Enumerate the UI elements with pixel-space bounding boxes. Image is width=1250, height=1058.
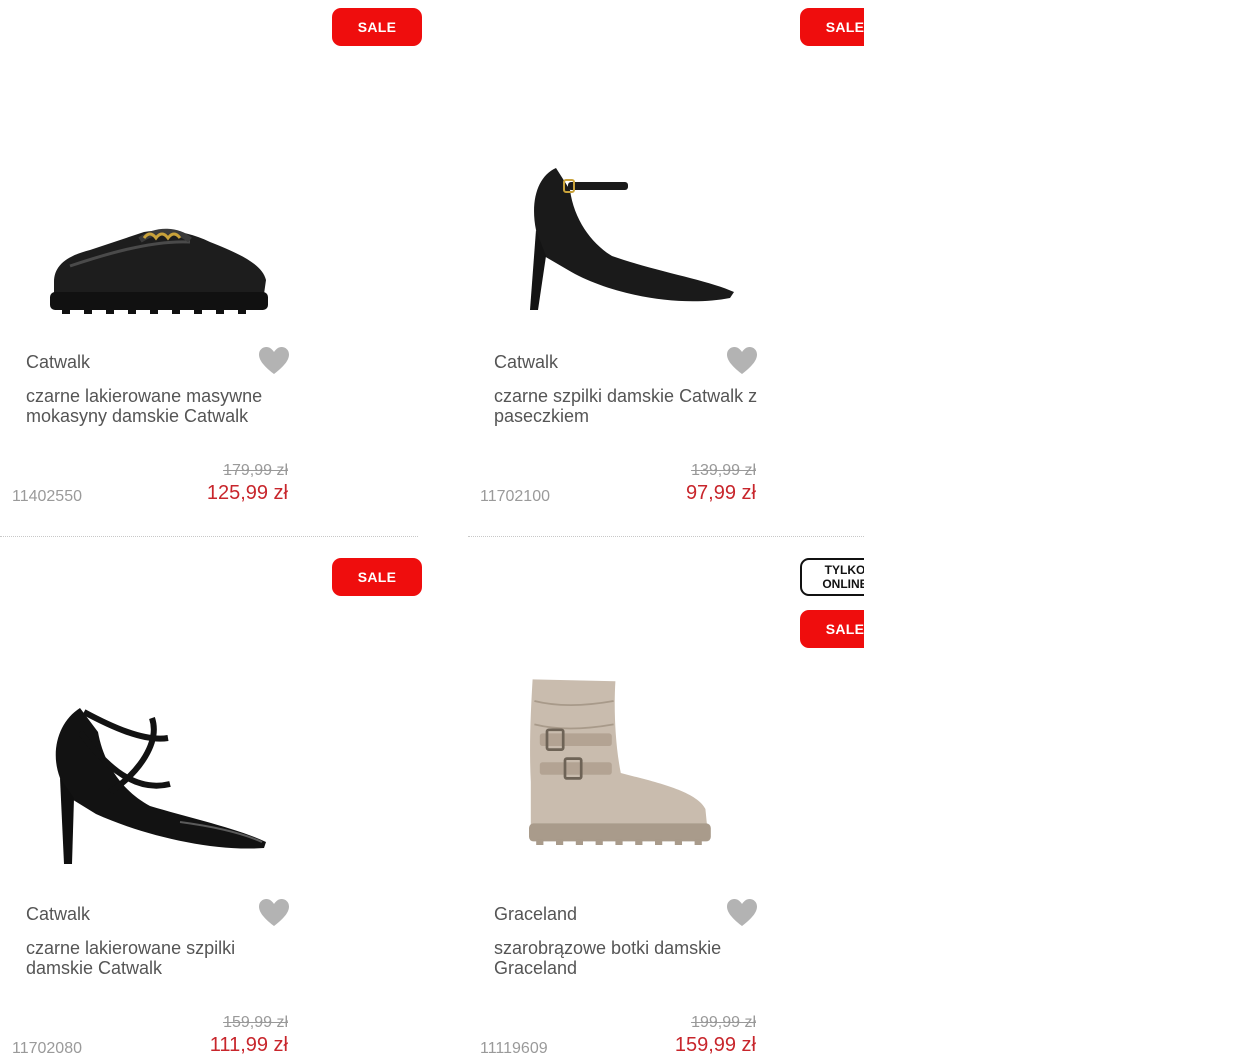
sale-badge: SALE xyxy=(332,8,422,46)
old-price: 179,99 zł xyxy=(223,462,288,479)
row-divider xyxy=(468,536,864,537)
product-sku: 11119609 xyxy=(480,1040,548,1057)
favorite-heart-icon[interactable] xyxy=(726,346,758,376)
sale-price: 97,99 zł xyxy=(685,482,756,504)
favorite-heart-icon[interactable] xyxy=(258,898,290,928)
product-card[interactable]: TYLKO ONLINE SALE Graceland szarobrązowe… xyxy=(468,552,864,1058)
product-image-ankle-strap-pump[interactable] xyxy=(508,160,748,340)
product-sku: 11702100 xyxy=(480,488,550,505)
old-price: 139,99 zł xyxy=(691,462,756,479)
product-card[interactable]: SALE Catwalk czarne szpilki damskie Catw… xyxy=(468,0,864,520)
favorite-heart-icon[interactable] xyxy=(726,898,758,928)
favorite-heart-icon[interactable] xyxy=(258,346,290,376)
product-card[interactable]: SALE Catwalk czarne lakierowane masywne … xyxy=(0,0,422,520)
product-image-loafer[interactable] xyxy=(40,170,280,350)
product-card[interactable]: SALE Catwalk czarne lakierowane szpilki … xyxy=(0,552,422,1058)
online-only-badge: TYLKO ONLINE xyxy=(800,558,864,596)
product-sku: 11702080 xyxy=(12,1040,82,1057)
product-name[interactable]: czarne lakierowane szpilki damskie Catwa… xyxy=(26,938,296,978)
sale-badge: SALE xyxy=(800,8,864,46)
online-badge-line2: ONLINE xyxy=(822,577,864,591)
product-name[interactable]: czarne lakierowane masywne mokasyny dams… xyxy=(26,386,296,426)
product-sku: 11402550 xyxy=(12,488,82,505)
row-divider xyxy=(0,536,418,537)
online-badge-line1: TYLKO xyxy=(824,563,864,577)
old-price: 159,99 zł xyxy=(223,1014,288,1031)
sale-badge: SALE xyxy=(332,558,422,596)
sale-badge: SALE xyxy=(800,610,864,648)
old-price: 199,99 zł xyxy=(691,1014,756,1031)
product-brand: Catwalk xyxy=(494,352,559,372)
product-brand: Catwalk xyxy=(26,904,91,924)
product-image-slouch-boot[interactable] xyxy=(508,674,748,854)
product-image-strappy-heel[interactable] xyxy=(40,702,280,882)
product-name[interactable]: czarne szpilki damskie Catwalk z paseczk… xyxy=(494,386,764,426)
sale-price: 111,99 zł xyxy=(209,1034,288,1056)
product-grid: SALE Catwalk czarne lakierowane masywne … xyxy=(0,0,864,1058)
sale-price: 125,99 zł xyxy=(206,482,288,504)
product-name[interactable]: szarobrązowe botki damskie Graceland xyxy=(494,938,764,978)
sale-price: 159,99 zł xyxy=(674,1034,756,1056)
product-brand: Graceland xyxy=(494,904,578,924)
product-brand: Catwalk xyxy=(26,352,91,372)
